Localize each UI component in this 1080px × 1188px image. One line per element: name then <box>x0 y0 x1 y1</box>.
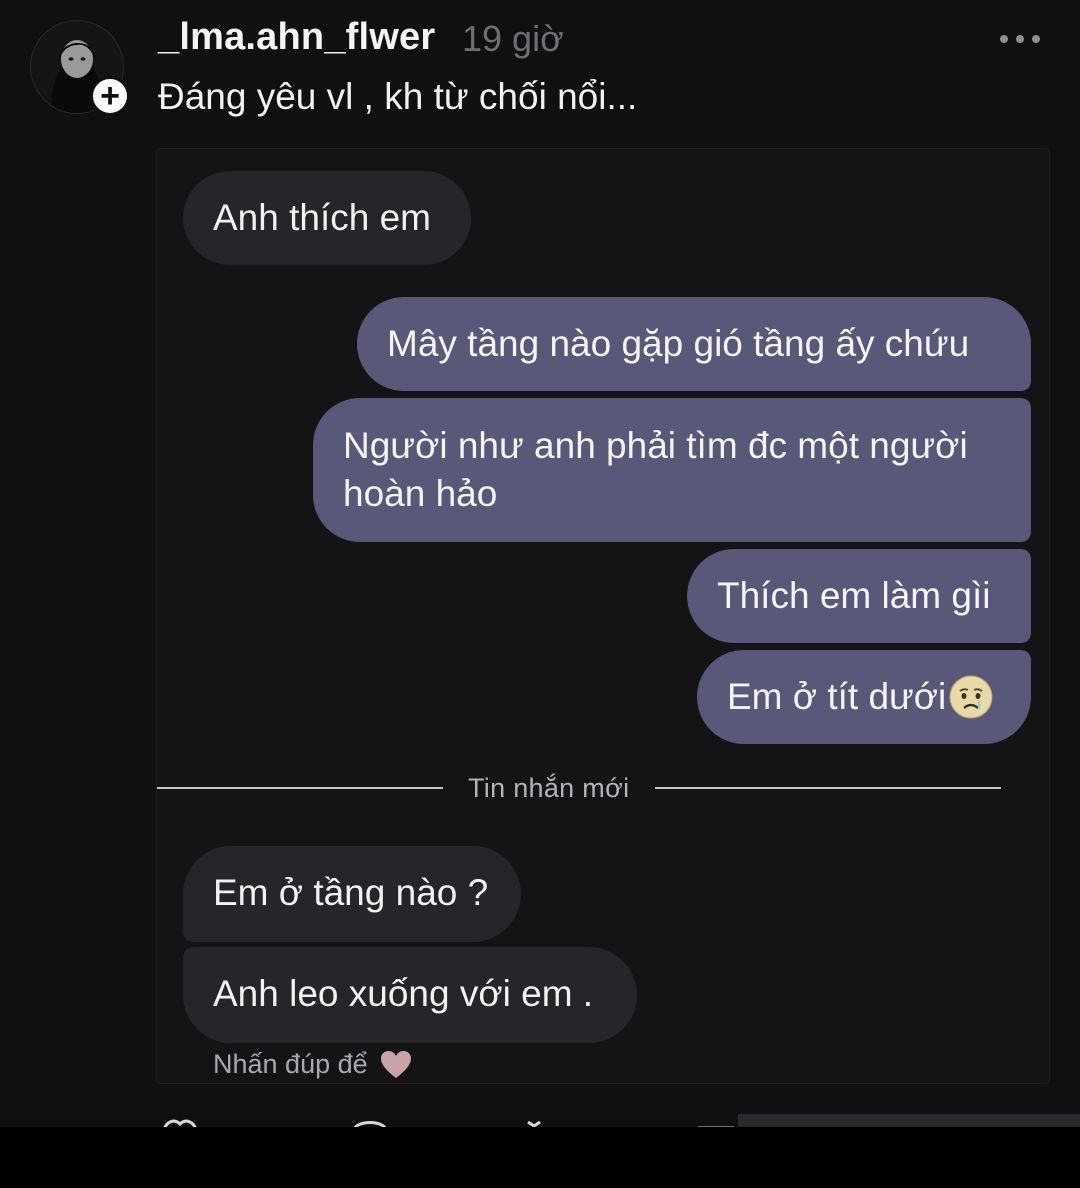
message-bubble-outgoing: Người như anh phải tìm đc một người hoàn… <box>313 398 1031 542</box>
new-messages-label: Tin nhắn mới <box>468 773 630 803</box>
post-caption: Đáng yêu vl , kh từ chối nổi... <box>158 76 638 117</box>
message-text: Em ở tầng nào ? <box>213 872 489 913</box>
double-tap-hint: Nhấn đúp để <box>213 1049 412 1080</box>
double-tap-text: Nhấn đúp để <box>213 1049 368 1079</box>
crying-face-icon <box>949 675 993 719</box>
bottom-black-bar <box>0 1127 1080 1188</box>
post-timestamp: 19 giờ <box>462 18 564 59</box>
message-text: Anh thích em <box>213 197 432 238</box>
message-bubble-incoming: Anh thích em <box>183 171 471 265</box>
message-bubble-outgoing: Em ở tít dưới <box>697 650 1031 744</box>
more-dot <box>1000 35 1008 43</box>
follow-plus-icon[interactable]: + <box>90 76 130 116</box>
divider-line-left <box>157 787 443 789</box>
message-text: Anh leo xuống với em . <box>213 973 594 1014</box>
post-username[interactable]: _lma.ahn_flwer <box>158 16 435 59</box>
heart-icon <box>380 1050 411 1078</box>
author-avatar[interactable]: + <box>30 20 130 116</box>
message-text: Em ở tít dưới <box>727 676 947 717</box>
divider-line-right <box>655 787 1001 789</box>
message-text-line: hoàn hảo <box>343 473 498 514</box>
bottom-overlay-panel <box>738 1114 1080 1128</box>
message-bubble-outgoing: Mây tầng nào gặp gió tầng ấy chứu <box>357 297 1031 391</box>
message-text-line: Người như anh phải tìm đc một người <box>343 425 968 466</box>
message-bubble-outgoing: Thích em làm gìi <box>687 549 1031 643</box>
post-image-chat-screenshot[interactable]: Anh thích em Mây tầng nào gặp gió tầng ấ… <box>156 148 1050 1084</box>
message-text: Mây tầng nào gặp gió tầng ấy chứu <box>387 323 970 364</box>
message-text: Thích em làm gìi <box>717 575 991 616</box>
message-bubble-incoming: Anh leo xuống với em . <box>183 947 637 1043</box>
more-options-icon[interactable] <box>1000 24 1040 54</box>
more-dot <box>1032 35 1040 43</box>
more-dot <box>1016 35 1024 43</box>
message-bubble-incoming: Em ở tầng nào ? <box>183 846 521 942</box>
